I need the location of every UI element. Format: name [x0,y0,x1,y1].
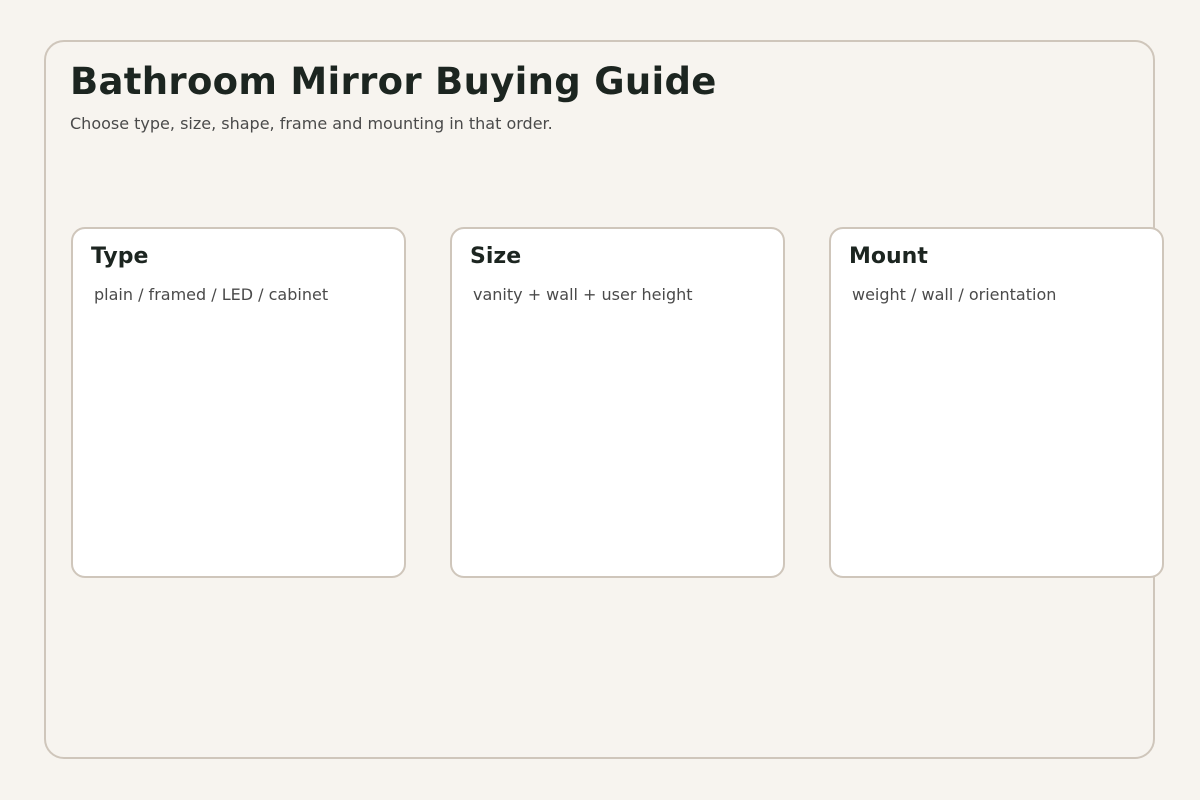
card-mount: Mount weight / wall / orientation [829,227,1164,578]
card-description: vanity + wall + user height [473,285,693,304]
page-subtitle: Choose type, size, shape, frame and moun… [70,114,553,133]
page-title: Bathroom Mirror Buying Guide [70,60,717,103]
card-description: weight / wall / orientation [852,285,1057,304]
card-title: Size [470,244,522,269]
card-size: Size vanity + wall + user height [450,227,785,578]
page: Bathroom Mirror Buying Guide Choose type… [0,0,1200,800]
card-title: Type [91,244,149,269]
card-description: plain / framed / LED / cabinet [94,285,329,304]
card-type: Type plain / framed / LED / cabinet [71,227,406,578]
card-title: Mount [849,244,928,269]
